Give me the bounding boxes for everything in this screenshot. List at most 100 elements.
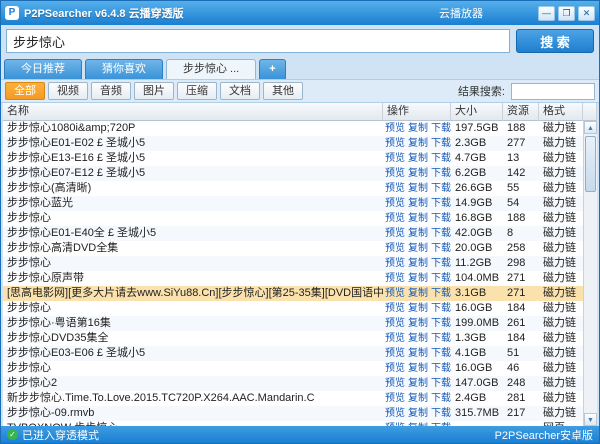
table-row[interactable]: 步步惊心预览复制下载16.0GB46磁力链 — [3, 361, 583, 376]
preview-link[interactable]: 预览 — [385, 258, 405, 269]
copy-link[interactable]: 复制 — [408, 258, 428, 269]
new-tab-button[interactable]: + — [259, 59, 285, 79]
filter-document[interactable]: 文档 — [220, 82, 260, 100]
download-link[interactable]: 下载 — [431, 243, 451, 254]
download-link[interactable]: 下载 — [431, 333, 451, 344]
table-row[interactable]: [思高电影网][更多大片请去www.SiYu88.Cn][步步惊心][第25-3… — [3, 286, 583, 301]
result-filter-input[interactable] — [511, 83, 595, 100]
table-row[interactable]: 步步惊心原声带预览复制下载104.0MB271磁力链 — [3, 271, 583, 286]
download-link[interactable]: 下载 — [431, 138, 451, 149]
table-row[interactable]: 步步惊心预览复制下载16.0GB184磁力链 — [3, 301, 583, 316]
header-size[interactable]: 大小 — [451, 103, 503, 121]
preview-link[interactable]: 预览 — [385, 183, 405, 194]
tab-guess-you-like[interactable]: 猜你喜欢 — [85, 59, 163, 79]
table-row[interactable]: 步步惊心E03-E06 £ 圣城小5预览复制下载4.1GB51磁力链 — [3, 346, 583, 361]
table-row[interactable]: 步步惊心蓝光预览复制下载14.9GB54磁力链 — [3, 196, 583, 211]
filter-audio[interactable]: 音频 — [91, 82, 131, 100]
preview-link[interactable]: 预览 — [385, 378, 405, 389]
download-link[interactable]: 下载 — [431, 183, 451, 194]
copy-link[interactable]: 复制 — [408, 273, 428, 284]
table-row[interactable]: 步步惊心(高清晰)预览复制下载26.6GB55磁力链 — [3, 181, 583, 196]
preview-link[interactable]: 预览 — [385, 123, 405, 134]
copy-link[interactable]: 复制 — [408, 348, 428, 359]
filter-other[interactable]: 其他 — [263, 82, 303, 100]
copy-link[interactable]: 复制 — [408, 138, 428, 149]
scrollbar-thumb[interactable] — [585, 136, 596, 192]
table-row[interactable]: 步步惊心高清DVD全集预览复制下载20.0GB258磁力链 — [3, 241, 583, 256]
filter-video[interactable]: 视频 — [48, 82, 88, 100]
vertical-scrollbar[interactable]: ▲ ▼ — [583, 121, 597, 426]
preview-link[interactable]: 预览 — [385, 273, 405, 284]
download-link[interactable]: 下载 — [431, 273, 451, 284]
table-row[interactable]: 步步惊心-09.rmvb预览复制下载315.7MB217磁力链 — [3, 406, 583, 421]
preview-link[interactable]: 预览 — [385, 363, 405, 374]
tab-today-recommend[interactable]: 今日推荐 — [4, 59, 82, 79]
preview-link[interactable]: 预览 — [385, 303, 405, 314]
copy-link[interactable]: 复制 — [408, 363, 428, 374]
download-link[interactable]: 下载 — [431, 303, 451, 314]
download-link[interactable]: 下载 — [431, 408, 451, 419]
download-link[interactable]: 下载 — [431, 213, 451, 224]
preview-link[interactable]: 预览 — [385, 408, 405, 419]
download-link[interactable]: 下载 — [431, 168, 451, 179]
download-link[interactable]: 下载 — [431, 393, 451, 404]
copy-link[interactable]: 复制 — [408, 408, 428, 419]
copy-link[interactable]: 复制 — [408, 183, 428, 194]
table-row[interactable]: 步步惊心DVD35集全预览复制下载1.3GB184磁力链 — [3, 331, 583, 346]
preview-link[interactable]: 预览 — [385, 138, 405, 149]
copy-link[interactable]: 复制 — [408, 333, 428, 344]
android-version-link[interactable]: P2PSearcher安卓版 — [495, 427, 593, 443]
scroll-down-icon[interactable]: ▼ — [584, 413, 597, 426]
tab-search-result[interactable]: 步步惊心 ... — [166, 59, 256, 79]
preview-link[interactable]: 预览 — [385, 213, 405, 224]
download-link[interactable]: 下载 — [431, 318, 451, 329]
filter-image[interactable]: 图片 — [134, 82, 174, 100]
minimize-button[interactable]: — — [538, 6, 555, 21]
copy-link[interactable]: 复制 — [408, 288, 428, 299]
copy-link[interactable]: 复制 — [408, 228, 428, 239]
download-link[interactable]: 下载 — [431, 378, 451, 389]
header-resources[interactable]: 资源 — [503, 103, 539, 121]
download-link[interactable]: 下载 — [431, 348, 451, 359]
preview-link[interactable]: 预览 — [385, 333, 405, 344]
filter-all[interactable]: 全部 — [5, 82, 45, 100]
header-name[interactable]: 名称 — [3, 103, 383, 121]
table-row[interactable]: 步步惊心·粤语第16集预览复制下载199.0MB261磁力链 — [3, 316, 583, 331]
copy-link[interactable]: 复制 — [408, 243, 428, 254]
copy-link[interactable]: 复制 — [408, 123, 428, 134]
download-link[interactable]: 下载 — [431, 153, 451, 164]
scroll-up-icon[interactable]: ▲ — [584, 121, 597, 134]
preview-link[interactable]: 预览 — [385, 228, 405, 239]
preview-link[interactable]: 预览 — [385, 348, 405, 359]
download-link[interactable]: 下载 — [431, 288, 451, 299]
copy-link[interactable]: 复制 — [408, 168, 428, 179]
table-row[interactable]: 步步惊心1080i&amp;720P预览复制下载197.5GB188磁力链 — [3, 121, 583, 136]
header-format[interactable]: 格式 — [539, 103, 583, 121]
copy-link[interactable]: 复制 — [408, 213, 428, 224]
copy-link[interactable]: 复制 — [408, 153, 428, 164]
table-row[interactable]: 步步惊心E13-E16 £ 圣城小5预览复制下载4.7GB13磁力链 — [3, 151, 583, 166]
search-button[interactable]: 搜 索 — [516, 29, 594, 53]
copy-link[interactable]: 复制 — [408, 378, 428, 389]
copy-link[interactable]: 复制 — [408, 303, 428, 314]
preview-link[interactable]: 预览 — [385, 393, 405, 404]
preview-link[interactable]: 预览 — [385, 243, 405, 254]
table-row[interactable]: 步步惊心预览复制下载11.2GB298磁力链 — [3, 256, 583, 271]
copy-link[interactable]: 复制 — [408, 393, 428, 404]
preview-link[interactable]: 预览 — [385, 198, 405, 209]
table-row[interactable]: 步步惊心E01-E02 £ 圣城小5预览复制下载2.3GB277磁力链 — [3, 136, 583, 151]
table-row[interactable]: 步步惊心预览复制下载16.8GB188磁力链 — [3, 211, 583, 226]
copy-link[interactable]: 复制 — [408, 318, 428, 329]
download-link[interactable]: 下载 — [431, 198, 451, 209]
download-link[interactable]: 下载 — [431, 228, 451, 239]
table-row[interactable]: 新步步惊心.Time.To.Love.2015.TC720P.X264.AAC.… — [3, 391, 583, 406]
header-action[interactable]: 操作 — [383, 103, 451, 121]
preview-link[interactable]: 预览 — [385, 288, 405, 299]
search-input[interactable] — [6, 29, 510, 53]
download-link[interactable]: 下载 — [431, 123, 451, 134]
close-button[interactable]: ✕ — [578, 6, 595, 21]
preview-link[interactable]: 预览 — [385, 168, 405, 179]
filter-archive[interactable]: 压缩 — [177, 82, 217, 100]
preview-link[interactable]: 预览 — [385, 153, 405, 164]
copy-link[interactable]: 复制 — [408, 198, 428, 209]
